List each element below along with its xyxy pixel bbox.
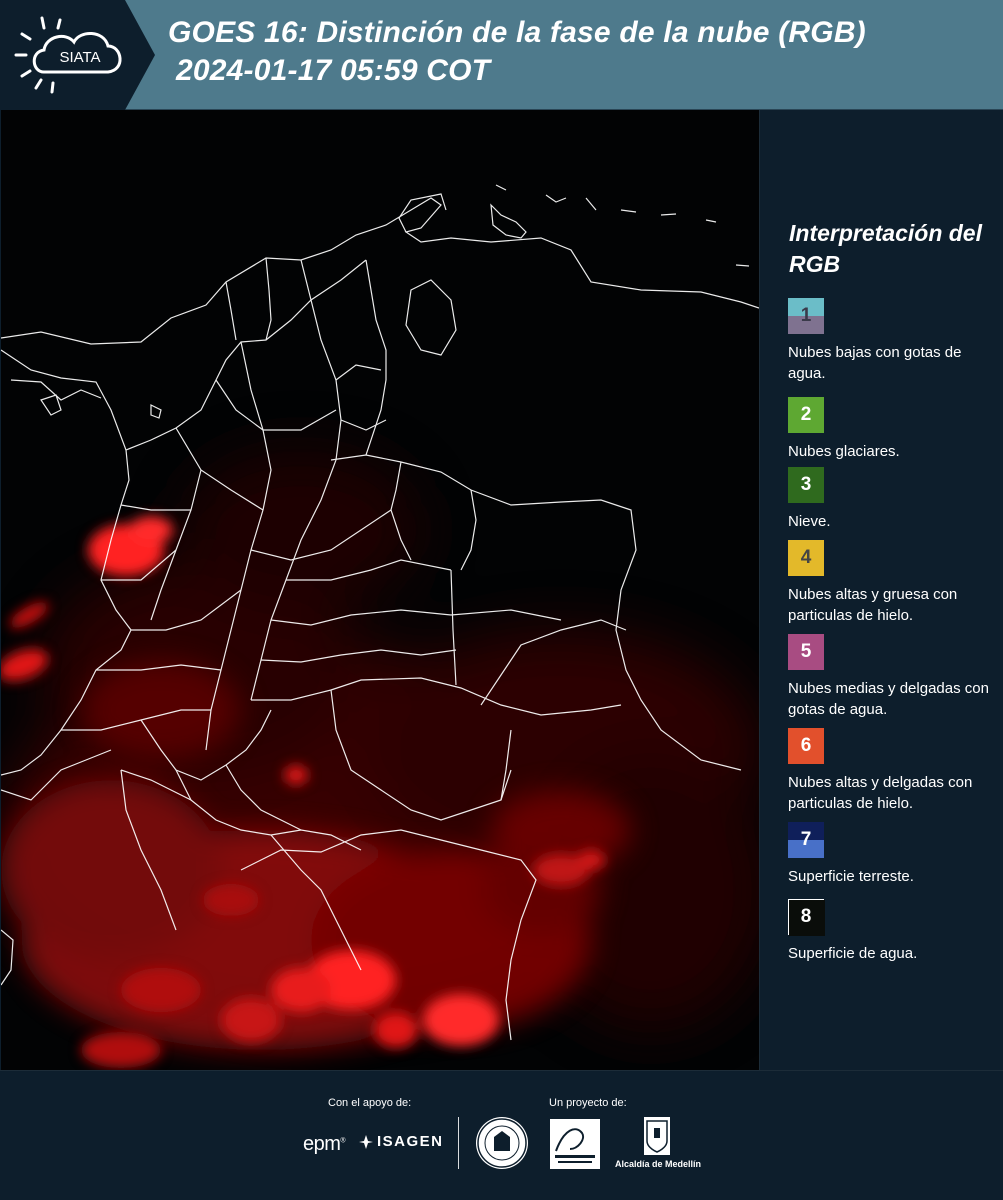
timestamp: 2024-01-17 05:59 COT [176, 54, 491, 87]
legend-swatch: 8 [788, 899, 825, 936]
isagen-logo: ISAGEN [358, 1133, 444, 1150]
legend-item: 4 Nubes altas y gruesa con particulas de … [788, 540, 998, 626]
legend-swatch: 6 [788, 728, 824, 764]
legend-number: 4 [800, 547, 812, 568]
legend-number: 8 [800, 906, 812, 927]
project-label: Un proyecto de: [549, 1097, 627, 1109]
area-metropolitana-logo-icon [550, 1119, 600, 1169]
legend-number: 6 [800, 735, 812, 756]
legend-swatch: 5 [788, 634, 824, 670]
legend-label: Superficie terreste. [788, 868, 914, 885]
legend-title: Interpretación del RGB [789, 220, 982, 277]
epm-logo-text: epm [303, 1133, 341, 1155]
legend-label: Nubes altas y delgadas con particulas de… [788, 774, 973, 812]
legend-item: 1 Nubes bajas con gotas de agua. [788, 298, 998, 384]
legend-number: 2 [800, 404, 812, 425]
legend-number: 1 [800, 305, 812, 326]
legend-number: 7 [800, 829, 812, 850]
legend-swatch: 2 [788, 397, 824, 433]
legend-label: Nieve. [788, 513, 831, 530]
legend-panel: Interpretación del RGB 1 Nubes bajas con … [760, 110, 1003, 1070]
legend-swatch: 1 [788, 298, 824, 334]
footer: Con el apoyo de: Un proyecto de: epm® IS… [0, 1070, 1003, 1200]
siata-logo: SIATA [0, 0, 155, 110]
legend-item: 8 Superficie de agua. [788, 899, 998, 964]
legend-item: 7 Superficie terreste. [788, 822, 998, 887]
legend-label: Nubes medias y delgadas con gotas de agu… [788, 680, 989, 718]
legend-swatch: 7 [788, 822, 824, 858]
legend-item: 6 Nubes altas y delgadas con particulas d… [788, 728, 998, 814]
page-title: GOES 16: Distinción de la fase de la nub… [168, 16, 866, 49]
legend-swatch: 4 [788, 540, 824, 576]
alcaldia-text: Alcaldía de Medellín [614, 1159, 702, 1169]
footer-divider [458, 1117, 459, 1169]
legend-label: Nubes altas y gruesa con particulas de h… [788, 586, 958, 624]
legend-swatch: 3 [788, 467, 824, 503]
siata-logo-text: SIATA [59, 49, 100, 66]
legend-item: 5 Nubes medias y delgadas con gotas de ag… [788, 634, 998, 720]
header: SIATA GOES 16: Distinción de la fase de … [0, 0, 1003, 110]
isagen-text: ISAGEN [377, 1133, 444, 1150]
legend-label: Superficie de agua. [788, 945, 918, 962]
alcaldia-shield-icon [644, 1117, 670, 1155]
legend-number: 3 [800, 474, 812, 495]
alcaldia-logo: Alcaldía de Medellín [612, 1117, 704, 1173]
epm-logo: epm® [303, 1133, 346, 1155]
support-label: Con el apoyo de: [328, 1097, 412, 1109]
university-seal-icon [476, 1117, 528, 1169]
satellite-map [1, 110, 760, 1070]
legend-number: 5 [800, 641, 812, 662]
isagen-icon [359, 1134, 373, 1149]
legend-label: Nubes glaciares. [788, 443, 900, 460]
legend-item: 2 Nubes glaciares. [788, 397, 998, 462]
legend-item: 3 Nieve. [788, 467, 998, 532]
legend-label: Nubes bajas con gotas de agua. [788, 344, 962, 382]
